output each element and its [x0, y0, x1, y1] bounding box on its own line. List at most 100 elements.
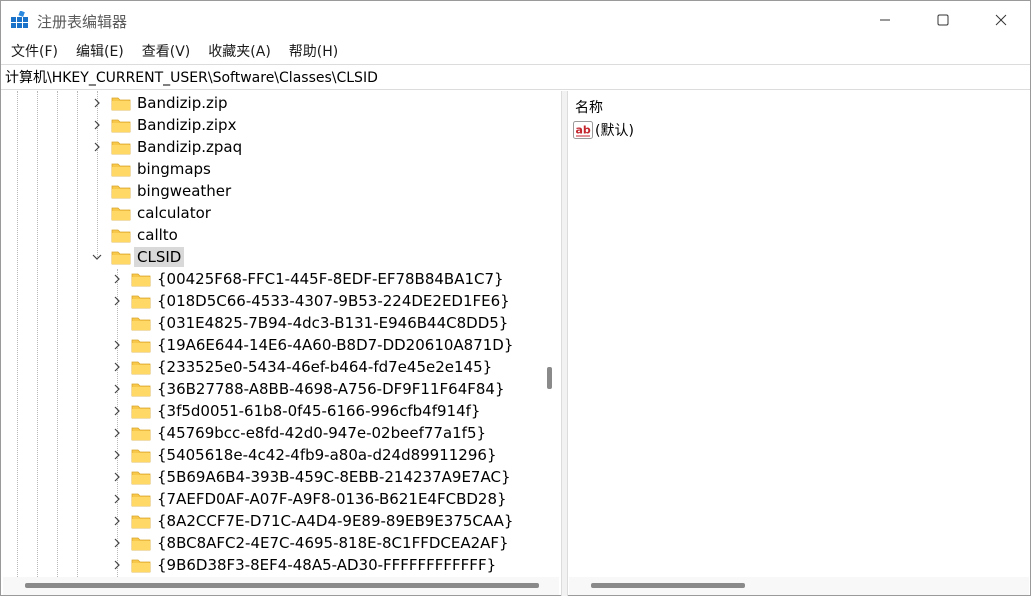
folder-icon	[131, 381, 151, 397]
chevron-right-icon[interactable]	[111, 559, 123, 571]
registry-app-icon	[11, 11, 28, 28]
menu-edit[interactable]: 编辑(E)	[70, 41, 130, 61]
tree-node-label: Bandizip.zipx	[137, 116, 237, 134]
minimize-icon	[880, 19, 890, 21]
folder-icon	[131, 359, 151, 375]
svg-text:ab: ab	[576, 124, 591, 137]
tree-node-clsid[interactable]: {8BC8AFC2-4E7C-4695-818E-8C1FFDCEA2AF}	[111, 532, 509, 554]
chevron-down-icon[interactable]	[91, 251, 103, 263]
chevron-right-icon[interactable]	[111, 493, 123, 505]
chevron-right-icon[interactable]	[111, 471, 123, 483]
tree-node-label: {5405618e-4c42-4fb9-a80a-d24d89911296}	[157, 446, 497, 464]
tree-node-clsid[interactable]: {233525e0-5434-46ef-b464-fd7e45e2e145}	[111, 356, 492, 378]
tree-node-clsid[interactable]: {5405618e-4c42-4fb9-a80a-d24d89911296}	[111, 444, 497, 466]
close-button[interactable]	[972, 1, 1030, 39]
menu-view[interactable]: 查看(V)	[136, 41, 197, 61]
folder-icon	[131, 535, 151, 551]
registry-editor-window: 注册表编辑器 文件(F) 编辑(E) 查看(V) 收藏夹(A) 帮助(H) 计算…	[0, 0, 1031, 596]
tree-node-label: {36B27788-A8BB-4698-A756-DF9F11F64F84}	[157, 380, 505, 398]
tree-node-label: {9B6D38F3-8EF4-48A5-AD30-FFFFFFFFFFFF}	[157, 556, 497, 574]
tree-node-clsid[interactable]: {36B27788-A8BB-4698-A756-DF9F11F64F84}	[111, 378, 505, 400]
tree-guide-line	[77, 91, 78, 577]
chevron-right-icon[interactable]	[111, 295, 123, 307]
tree-node-label: {3f5d0051-61b8-0f45-6166-996cfb4f914f}	[157, 402, 481, 420]
tree-guide-line	[17, 91, 18, 577]
title-bar[interactable]: 注册表编辑器	[1, 1, 1030, 39]
address-path[interactable]: 计算机\HKEY_CURRENT_USER\Software\Classes\C…	[5, 67, 378, 87]
folder-icon	[131, 337, 151, 353]
tree-node-label: Bandizip.zip	[137, 94, 228, 112]
tree-node[interactable]: bingweather	[91, 180, 231, 202]
chevron-right-icon[interactable]	[111, 405, 123, 417]
tree-node[interactable]: Bandizip.zip	[91, 92, 228, 114]
folder-icon	[131, 491, 151, 507]
tree-node-label: callto	[137, 226, 178, 244]
tree-node-clsid[interactable]: {031E4825-7B94-4dc3-B131-E946B44C8DD5}	[111, 312, 508, 334]
key-tree-pane[interactable]: Bandizip.zip Bandizip.zipx Bandizip.zpaq bi…	[3, 91, 559, 577]
folder-icon	[131, 315, 151, 331]
tree-horizontal-scrollbar[interactable]	[3, 577, 559, 595]
chevron-right-icon[interactable]	[111, 449, 123, 461]
tree-node-clsid[interactable]: {7AEFD0AF-A07F-A9F8-0136-B621E4FCBD28}	[111, 488, 507, 510]
folder-icon	[131, 271, 151, 287]
folder-icon	[131, 557, 151, 573]
folder-icon	[111, 161, 131, 177]
menu-help[interactable]: 帮助(H)	[283, 41, 344, 61]
maximize-button[interactable]	[914, 1, 972, 39]
chevron-right-icon[interactable]	[111, 361, 123, 373]
chevron-right-icon[interactable]	[91, 119, 103, 131]
minimize-button[interactable]	[856, 1, 914, 39]
chevron-right-icon[interactable]	[91, 141, 103, 153]
column-header-name[interactable]: 名称	[575, 97, 603, 117]
tree-horizontal-scroll-thumb[interactable]	[25, 583, 539, 588]
tree-node[interactable]: callto	[91, 224, 178, 246]
tree-node-clsid[interactable]: {45769bcc-e8fd-42d0-947e-02beef77a1f5}	[111, 422, 486, 444]
folder-icon	[111, 183, 131, 199]
tree-guide-line	[57, 91, 58, 577]
folder-icon	[131, 425, 151, 441]
tree-node[interactable]: bingmaps	[91, 158, 211, 180]
window-title: 注册表编辑器	[37, 13, 128, 31]
tree-node-label: {031E4825-7B94-4dc3-B131-E946B44C8DD5}	[157, 314, 509, 332]
folder-icon	[111, 139, 131, 155]
tree-node-label: {018D5C66-4533-4307-9B53-224DE2ED1FE6}	[157, 292, 510, 310]
tree-node-clsid[interactable]: {9B6D38F3-8EF4-48A5-AD30-FFFFFFFFFFFF}	[111, 554, 496, 576]
tree-node-label: {5B69A6B4-393B-459C-8EBB-214237A9E7AC}	[157, 468, 511, 486]
menu-file[interactable]: 文件(F)	[5, 41, 64, 61]
chevron-right-icon[interactable]	[111, 427, 123, 439]
chevron-right-icon[interactable]	[111, 515, 123, 527]
folder-icon	[111, 95, 131, 111]
menu-favorites[interactable]: 收藏夹(A)	[202, 41, 277, 61]
tree-vertical-scroll-thumb[interactable]	[547, 367, 552, 389]
tree-node-clsid[interactable]: {00425F68-FFC1-445F-8EDF-EF78B84BA1C7}	[111, 268, 504, 290]
chevron-right-icon[interactable]	[111, 273, 123, 285]
address-bar[interactable]: 计算机\HKEY_CURRENT_USER\Software\Classes\C…	[1, 64, 1030, 90]
value-row[interactable]: ab (默认)	[573, 119, 634, 141]
chevron-right-icon[interactable]	[111, 383, 123, 395]
tree-node-clsid[interactable]: {018D5C66-4533-4307-9B53-224DE2ED1FE6}	[111, 290, 510, 312]
pane-splitter[interactable]	[561, 91, 568, 596]
folder-icon	[111, 227, 131, 243]
tree-node[interactable]: CLSID	[91, 246, 185, 268]
tree-node-clsid[interactable]: {8A2CCF7E-D71C-A4D4-9E89-89EB9E375CAA}	[111, 510, 513, 532]
values-horizontal-scroll-thumb[interactable]	[591, 583, 745, 588]
tree-node-clsid[interactable]: {3f5d0051-61b8-0f45-6166-996cfb4f914f}	[111, 400, 480, 422]
tree-node[interactable]: Bandizip.zipx	[91, 114, 236, 136]
values-pane[interactable]: 名称 ab (默认)	[569, 91, 1029, 577]
tree-node-clsid[interactable]: {5B69A6B4-393B-459C-8EBB-214237A9E7AC}	[111, 466, 510, 488]
string-value-icon: ab	[573, 121, 593, 139]
folder-icon	[111, 117, 131, 133]
tree-node-label: {00425F68-FFC1-445F-8EDF-EF78B84BA1C7}	[157, 270, 504, 288]
values-horizontal-scrollbar[interactable]	[569, 577, 1029, 595]
tree-node[interactable]: Bandizip.zpaq	[91, 136, 242, 158]
folder-icon	[131, 403, 151, 419]
chevron-right-icon[interactable]	[91, 97, 103, 109]
tree-node-clsid[interactable]: {19A6E644-14E6-4A60-B8D7-DD20610A871D}	[111, 334, 513, 356]
folder-icon	[111, 249, 131, 265]
tree-node[interactable]: calculator	[91, 202, 211, 224]
chevron-right-icon[interactable]	[111, 339, 123, 351]
tree-vertical-scrollbar[interactable]	[541, 91, 559, 577]
chevron-right-icon[interactable]	[111, 537, 123, 549]
